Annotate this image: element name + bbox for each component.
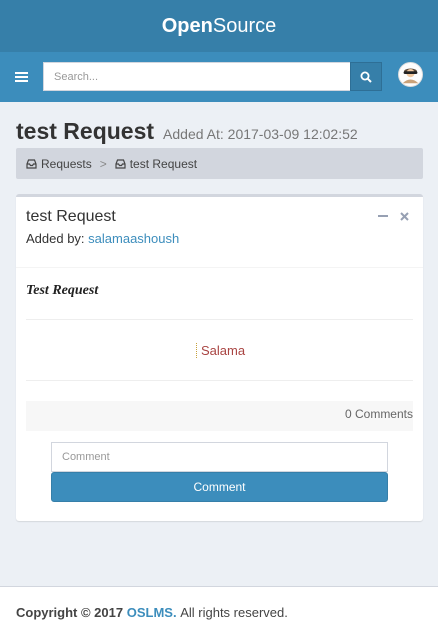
request-body: Test Request	[26, 283, 99, 298]
content-header: test Request Added At: 2017-03-09 12:02:…	[16, 118, 358, 145]
logo-bold-text: Open	[161, 14, 213, 37]
request-title: test Request	[26, 208, 116, 225]
search-input[interactable]	[43, 62, 350, 91]
comments-count: 0 Comments	[26, 401, 413, 431]
app-logo[interactable]: Open Source	[0, 0, 438, 52]
avatar	[398, 62, 423, 87]
added-by-label: Added by:	[26, 231, 85, 246]
footer-brand-link[interactable]: OSLMS.	[127, 605, 177, 620]
breadcrumb-current-label: test Request	[129, 156, 198, 171]
signature-divider	[26, 380, 413, 381]
copyright-prefix: Copyright © 2017	[16, 604, 124, 620]
comment-submit-button[interactable]: Comment	[51, 472, 388, 502]
search-button[interactable]	[350, 62, 382, 91]
page-title: test Request	[16, 118, 155, 144]
request-signature: Salama	[196, 343, 245, 358]
minus-icon	[378, 215, 388, 217]
search-form	[43, 62, 382, 91]
logo-light-text: Source	[212, 14, 277, 37]
inbox-icon	[115, 158, 126, 169]
page-footer: Copyright © 2017 OSLMS. All rights reser…	[0, 586, 438, 637]
box-tools	[378, 211, 409, 221]
author-link[interactable]: salamaashoush	[88, 231, 179, 246]
breadcrumb-separator: >	[99, 156, 107, 171]
breadcrumb-link-requests[interactable]: Requests	[41, 157, 92, 171]
user-avatar-icon	[399, 63, 422, 86]
bars-icon	[14, 72, 28, 82]
inbox-icon	[26, 158, 37, 169]
sidebar-toggle-button[interactable]	[0, 52, 42, 102]
request-author: Added by: salamaashoush	[26, 231, 179, 246]
breadcrumb: Requests > test Request	[16, 148, 423, 179]
user-menu-avatar[interactable]	[398, 62, 423, 87]
request-box: test Request Added by: salamaashoush Tes…	[16, 194, 423, 521]
copyright-suffix: All rights reserved.	[180, 604, 288, 620]
page-subtitle: Added At: 2017-03-09 12:02:52	[163, 126, 358, 142]
breadcrumb-item-requests[interactable]: Requests	[26, 157, 92, 171]
breadcrumb-item-current: test Request	[115, 157, 197, 171]
times-icon	[400, 211, 409, 221]
remove-button[interactable]	[400, 211, 409, 221]
comment-input[interactable]	[51, 442, 388, 472]
box-header-divider	[16, 267, 423, 268]
top-navbar	[0, 52, 438, 102]
body-divider	[26, 319, 413, 320]
collapse-button[interactable]	[378, 211, 388, 221]
search-icon	[360, 71, 372, 83]
